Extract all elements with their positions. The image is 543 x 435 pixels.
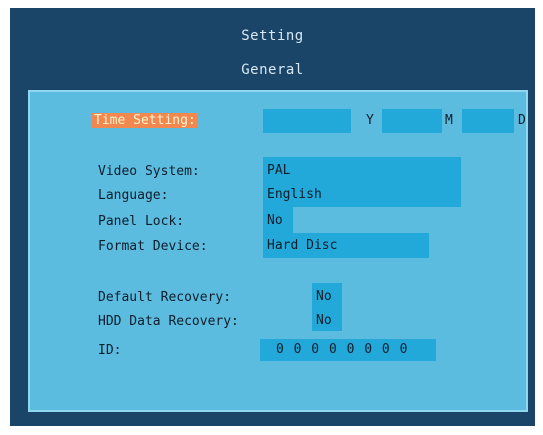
format-device-label: Format Device: (98, 239, 208, 254)
settings-window: Setting General Time Setting: Y M D Vide… (10, 8, 535, 426)
year-unit-label: Y (366, 113, 374, 128)
hdd-data-recovery-label: HDD Data Recovery: (98, 314, 239, 329)
day-unit-label: D (518, 113, 526, 128)
video-system-value[interactable]: PAL (267, 163, 290, 178)
month-unit-label: M (445, 113, 453, 128)
format-device-value[interactable]: Hard Disc (267, 238, 337, 253)
video-system-label: Video System: (98, 164, 200, 179)
hdd-data-recovery-value[interactable]: No (316, 313, 332, 328)
section-title: General (241, 62, 304, 78)
default-recovery-value[interactable]: No (316, 289, 332, 304)
day-field[interactable] (462, 109, 514, 133)
window-title: Setting (241, 28, 304, 44)
id-value[interactable]: 0 0 0 0 0 0 0 0 (276, 342, 408, 357)
month-field[interactable] (382, 109, 442, 133)
language-label: Language: (98, 188, 169, 203)
language-value[interactable]: English (267, 187, 322, 202)
settings-panel: Time Setting: Y M D Video System: PAL La… (28, 90, 528, 412)
time-setting-label[interactable]: Time Setting: (92, 113, 198, 128)
panel-lock-label: Panel Lock: (98, 214, 185, 229)
id-label: ID: (98, 343, 122, 358)
panel-lock-value[interactable]: No (267, 213, 283, 228)
default-recovery-label: Default Recovery: (98, 290, 232, 305)
year-field[interactable] (263, 109, 351, 133)
